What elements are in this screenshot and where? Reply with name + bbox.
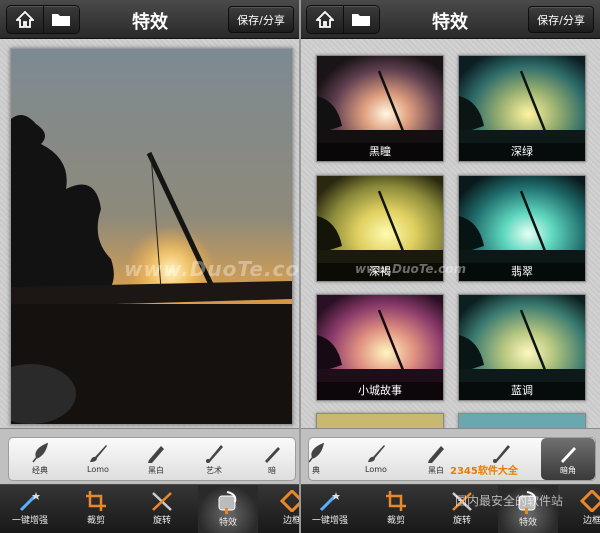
effect-label-3: 翡翠 [459, 263, 585, 281]
effects-icon [218, 491, 237, 514]
effect-tool-strip: 经典 Lomo 黑白 艺术 暗 [0, 428, 300, 485]
tool-art[interactable]: 艺术 [187, 438, 241, 480]
tool-bw[interactable]: 黑白 [129, 438, 183, 480]
feather-icon [32, 442, 49, 463]
tool-vignette-right[interactable]: 暗角 [541, 438, 595, 480]
nav-frame[interactable]: 边框 [262, 485, 300, 533]
panel-divider [299, 0, 301, 533]
top-button-group [6, 5, 80, 34]
sunset-photo [11, 49, 292, 424]
tool-classic[interactable]: 经典 [13, 438, 67, 480]
tool-vignette-label: 暗 [268, 466, 276, 475]
open-folder-button-right[interactable] [343, 6, 379, 33]
effect-thumb-1[interactable]: 深绿 [458, 55, 586, 162]
crop-icon [386, 491, 406, 511]
tool-vignette[interactable]: 暗 [245, 438, 295, 480]
top-bar: 特效 保存/分享 [0, 0, 300, 39]
nav-crop-right[interactable]: 裁剪 [366, 485, 426, 533]
home-icon [16, 11, 34, 28]
home-icon [316, 11, 334, 28]
tool-classic-label: 经典 [32, 466, 48, 475]
magic-wand-icon [319, 492, 340, 512]
effect-label-1: 深绿 [459, 143, 585, 161]
tool-vignette-right-label: 暗角 [560, 466, 576, 475]
tool-lomo[interactable]: Lomo [71, 438, 125, 480]
brush-icon [368, 445, 385, 462]
tool-bw-label: 黑白 [148, 466, 164, 475]
feather-icon [309, 442, 325, 463]
home-button-right[interactable] [307, 6, 344, 33]
crop-icon [86, 491, 106, 511]
watermark: www.DuoTe.com [124, 257, 300, 281]
watermark-right: www.DuoTe.com [355, 262, 466, 276]
nav-effects-label: 特效 [218, 518, 237, 528]
nav-frame-label: 边框 [282, 516, 300, 526]
pencil-icon [428, 446, 444, 463]
nav-enhance-right[interactable]: 一键增强 [300, 485, 360, 533]
nav-crop[interactable]: 裁剪 [66, 485, 126, 533]
rotate-icon [152, 492, 172, 511]
effect-thumb-5[interactable]: 蓝调 [458, 294, 586, 401]
nav-enhance-right-label: 一键增强 [311, 516, 348, 526]
page-title-right: 特效 [432, 12, 468, 33]
effect-label-4: 小城故事 [317, 382, 443, 400]
logo-watermark: 2345软件大全 [450, 466, 518, 477]
save-share-button[interactable]: 保存/分享 [228, 6, 294, 33]
nav-rotate-right-label: 旋转 [452, 516, 471, 526]
nav-crop-right-label: 裁剪 [386, 516, 405, 526]
tool-classic-right[interactable]: 典 [309, 438, 343, 480]
effect-thumb-3[interactable]: 翡翠 [458, 175, 586, 282]
nav-frame-right-label: 边框 [582, 516, 600, 526]
paint-icon [206, 445, 223, 463]
top-bar-right: 特效 保存/分享 [300, 0, 600, 39]
nav-effects-right-label: 特效 [518, 518, 537, 528]
folder-icon [352, 14, 370, 26]
bottom-nav: 一键增强 裁剪 旋转 特效 边框 [0, 484, 300, 533]
nav-rotate-label: 旋转 [152, 516, 171, 526]
page-title: 特效 [132, 12, 168, 33]
paint-icon [493, 445, 510, 463]
tool-lomo-label: Lomo [87, 465, 109, 474]
effect-thumb-0[interactable]: 黑瞳 [316, 55, 444, 162]
tool-art-label: 艺术 [206, 466, 222, 475]
tool-lomo-right-label: Lomo [365, 465, 387, 474]
nav-crop-label: 裁剪 [86, 516, 105, 526]
effect-label-0: 黑瞳 [317, 143, 443, 161]
open-folder-button[interactable] [43, 6, 79, 33]
site-watermark: 国内最安全的软件站 [455, 494, 564, 508]
left-screen: 特效 保存/分享 www.DuoTe.com [0, 0, 300, 533]
frame-icon [280, 490, 300, 512]
pencil-icon [148, 446, 164, 463]
effect-label-5: 蓝调 [459, 382, 585, 400]
frame-icon [580, 490, 600, 512]
nav-effects[interactable]: 特效 [198, 485, 258, 533]
folder-icon [52, 14, 70, 26]
preview-photo [10, 48, 293, 425]
nav-frame-right[interactable]: 边框 [562, 485, 600, 533]
home-button[interactable] [7, 6, 44, 33]
magic-wand-icon [19, 492, 40, 512]
pen-icon [561, 447, 576, 463]
tool-classic-right-label: 典 [312, 466, 320, 475]
tool-lomo-right[interactable]: Lomo [349, 438, 403, 480]
effect-thumb-4[interactable]: 小城故事 [316, 294, 444, 401]
save-share-button-right[interactable]: 保存/分享 [528, 6, 594, 33]
nav-rotate[interactable]: 旋转 [132, 485, 192, 533]
nav-enhance-label: 一键增强 [11, 516, 48, 526]
brush-icon [90, 445, 107, 462]
pen-icon [265, 447, 280, 463]
nav-enhance[interactable]: 一键增强 [0, 485, 60, 533]
top-button-group-right [306, 5, 380, 34]
effect-tools: 经典 Lomo 黑白 艺术 暗 [8, 437, 296, 481]
